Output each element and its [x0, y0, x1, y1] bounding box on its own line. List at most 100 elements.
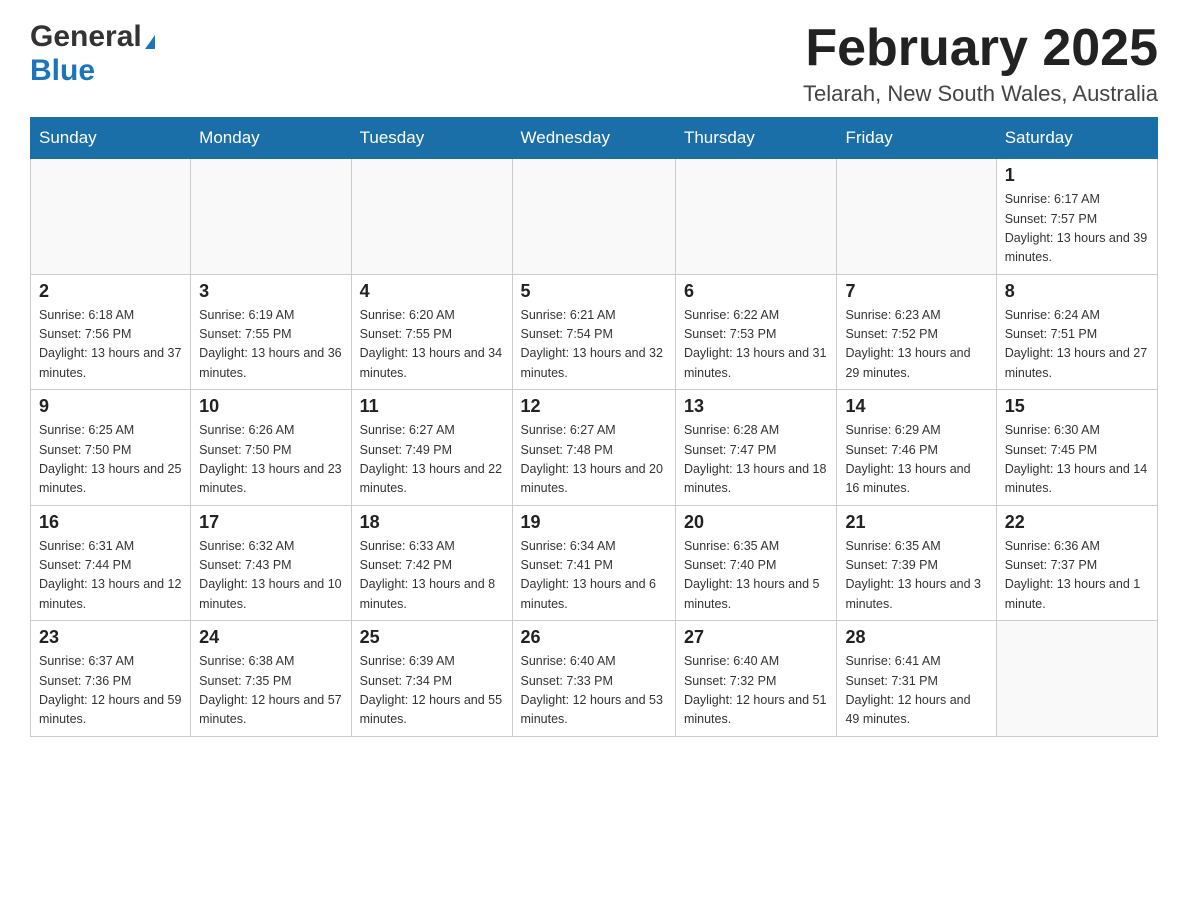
day-number: 15: [1005, 396, 1149, 417]
table-row: 7 Sunrise: 6:23 AM Sunset: 7:52 PM Daylig…: [837, 274, 996, 390]
table-row: 28 Sunrise: 6:41 AM Sunset: 7:31 PM Dayli…: [837, 621, 996, 737]
table-row: [996, 621, 1157, 737]
calendar-week-row: 2 Sunrise: 6:18 AM Sunset: 7:56 PM Daylig…: [31, 274, 1158, 390]
table-row: 17Sunrise: 6:32 AM Sunset: 7:43 PM Dayli…: [191, 505, 351, 621]
title-block: February 2025 Telarah, New South Wales, …: [803, 20, 1158, 107]
col-friday: Friday: [837, 118, 996, 159]
day-number: 14: [845, 396, 987, 417]
table-row: 21 Sunrise: 6:35 AM Sunset: 7:39 PM Dayli…: [837, 505, 996, 621]
table-row: [191, 159, 351, 275]
day-number: 17: [199, 512, 342, 533]
table-row: 5 Sunrise: 6:21 AM Sunset: 7:54 PM Daylig…: [512, 274, 675, 390]
day-info: Sunrise: 6:19 AM Sunset: 7:55 PM Dayligh…: [199, 306, 342, 384]
day-info: Sunrise: 6:23 AM Sunset: 7:52 PM Dayligh…: [845, 306, 987, 384]
day-info: Sunrise: 6:33 AM Sunset: 7:42 PM Dayligh…: [360, 537, 504, 615]
day-number: 3: [199, 281, 342, 302]
table-row: 11Sunrise: 6:27 AM Sunset: 7:49 PM Dayli…: [351, 390, 512, 506]
table-row: [351, 159, 512, 275]
day-info: Sunrise: 6:18 AM Sunset: 7:56 PM Dayligh…: [39, 306, 182, 384]
day-info: Sunrise: 6:39 AM Sunset: 7:34 PM Dayligh…: [360, 652, 504, 730]
day-number: 1: [1005, 165, 1149, 186]
day-number: 12: [521, 396, 667, 417]
calendar-week-row: 23 Sunrise: 6:37 AM Sunset: 7:36 PM Dayli…: [31, 621, 1158, 737]
day-number: 4: [360, 281, 504, 302]
month-title: February 2025: [803, 20, 1158, 77]
day-info: Sunrise: 6:38 AM Sunset: 7:35 PM Dayligh…: [199, 652, 342, 730]
col-sunday: Sunday: [31, 118, 191, 159]
day-info: Sunrise: 6:25 AM Sunset: 7:50 PM Dayligh…: [39, 421, 182, 499]
table-row: [512, 159, 675, 275]
day-info: Sunrise: 6:21 AM Sunset: 7:54 PM Dayligh…: [521, 306, 667, 384]
calendar-table: Sunday Monday Tuesday Wednesday Thursday…: [30, 117, 1158, 737]
col-thursday: Thursday: [675, 118, 837, 159]
day-info: Sunrise: 6:41 AM Sunset: 7:31 PM Dayligh…: [845, 652, 987, 730]
day-number: 18: [360, 512, 504, 533]
logo-triangle-icon: [145, 35, 155, 49]
day-number: 24: [199, 627, 342, 648]
table-row: 26 Sunrise: 6:40 AM Sunset: 7:33 PM Dayli…: [512, 621, 675, 737]
table-row: 20Sunrise: 6:35 AM Sunset: 7:40 PM Dayli…: [675, 505, 837, 621]
day-number: 20: [684, 512, 829, 533]
day-info: Sunrise: 6:35 AM Sunset: 7:39 PM Dayligh…: [845, 537, 987, 615]
day-number: 11: [360, 396, 504, 417]
col-tuesday: Tuesday: [351, 118, 512, 159]
day-info: Sunrise: 6:37 AM Sunset: 7:36 PM Dayligh…: [39, 652, 182, 730]
table-row: 8 Sunrise: 6:24 AM Sunset: 7:51 PM Daylig…: [996, 274, 1157, 390]
day-number: 26: [521, 627, 667, 648]
day-info: Sunrise: 6:28 AM Sunset: 7:47 PM Dayligh…: [684, 421, 829, 499]
table-row: 13 Sunrise: 6:28 AM Sunset: 7:47 PM Dayli…: [675, 390, 837, 506]
day-number: 27: [684, 627, 829, 648]
day-info: Sunrise: 6:29 AM Sunset: 7:46 PM Dayligh…: [845, 421, 987, 499]
table-row: 10 Sunrise: 6:26 AM Sunset: 7:50 PM Dayli…: [191, 390, 351, 506]
col-wednesday: Wednesday: [512, 118, 675, 159]
day-number: 2: [39, 281, 182, 302]
day-number: 13: [684, 396, 829, 417]
day-number: 7: [845, 281, 987, 302]
table-row: 2 Sunrise: 6:18 AM Sunset: 7:56 PM Daylig…: [31, 274, 191, 390]
day-info: Sunrise: 6:40 AM Sunset: 7:32 PM Dayligh…: [684, 652, 829, 730]
day-number: 28: [845, 627, 987, 648]
table-row: 19 Sunrise: 6:34 AM Sunset: 7:41 PM Dayli…: [512, 505, 675, 621]
table-row: 24 Sunrise: 6:38 AM Sunset: 7:35 PM Dayli…: [191, 621, 351, 737]
day-number: 23: [39, 627, 182, 648]
day-number: 19: [521, 512, 667, 533]
day-info: Sunrise: 6:31 AM Sunset: 7:44 PM Dayligh…: [39, 537, 182, 615]
day-number: 5: [521, 281, 667, 302]
table-row: [675, 159, 837, 275]
logo-general-text: General: [30, 20, 155, 54]
logo-blue-text: Blue: [30, 54, 95, 88]
day-number: 8: [1005, 281, 1149, 302]
table-row: 18 Sunrise: 6:33 AM Sunset: 7:42 PM Dayli…: [351, 505, 512, 621]
day-info: Sunrise: 6:40 AM Sunset: 7:33 PM Dayligh…: [521, 652, 667, 730]
calendar-week-row: 9 Sunrise: 6:25 AM Sunset: 7:50 PM Daylig…: [31, 390, 1158, 506]
table-row: 23 Sunrise: 6:37 AM Sunset: 7:36 PM Dayli…: [31, 621, 191, 737]
logo-blue: Blue: [30, 54, 95, 87]
table-row: 9 Sunrise: 6:25 AM Sunset: 7:50 PM Daylig…: [31, 390, 191, 506]
calendar-header-row: Sunday Monday Tuesday Wednesday Thursday…: [31, 118, 1158, 159]
day-info: Sunrise: 6:20 AM Sunset: 7:55 PM Dayligh…: [360, 306, 504, 384]
day-info: Sunrise: 6:27 AM Sunset: 7:48 PM Dayligh…: [521, 421, 667, 499]
day-number: 10: [199, 396, 342, 417]
logo: General Blue: [30, 20, 155, 88]
table-row: 6Sunrise: 6:22 AM Sunset: 7:53 PM Daylig…: [675, 274, 837, 390]
day-info: Sunrise: 6:17 AM Sunset: 7:57 PM Dayligh…: [1005, 190, 1149, 268]
day-info: Sunrise: 6:24 AM Sunset: 7:51 PM Dayligh…: [1005, 306, 1149, 384]
col-monday: Monday: [191, 118, 351, 159]
calendar-week-row: 16Sunrise: 6:31 AM Sunset: 7:44 PM Dayli…: [31, 505, 1158, 621]
table-row: 4 Sunrise: 6:20 AM Sunset: 7:55 PM Daylig…: [351, 274, 512, 390]
day-info: Sunrise: 6:34 AM Sunset: 7:41 PM Dayligh…: [521, 537, 667, 615]
table-row: 22 Sunrise: 6:36 AM Sunset: 7:37 PM Dayli…: [996, 505, 1157, 621]
day-number: 9: [39, 396, 182, 417]
table-row: 27 Sunrise: 6:40 AM Sunset: 7:32 PM Dayli…: [675, 621, 837, 737]
day-number: 22: [1005, 512, 1149, 533]
logo-general: General: [30, 20, 142, 53]
location-subtitle: Telarah, New South Wales, Australia: [803, 81, 1158, 107]
calendar-week-row: 1 Sunrise: 6:17 AM Sunset: 7:57 PM Daylig…: [31, 159, 1158, 275]
day-number: 21: [845, 512, 987, 533]
table-row: 14 Sunrise: 6:29 AM Sunset: 7:46 PM Dayli…: [837, 390, 996, 506]
table-row: 16Sunrise: 6:31 AM Sunset: 7:44 PM Dayli…: [31, 505, 191, 621]
day-info: Sunrise: 6:36 AM Sunset: 7:37 PM Dayligh…: [1005, 537, 1149, 615]
day-info: Sunrise: 6:26 AM Sunset: 7:50 PM Dayligh…: [199, 421, 342, 499]
table-row: [31, 159, 191, 275]
table-row: 3 Sunrise: 6:19 AM Sunset: 7:55 PM Daylig…: [191, 274, 351, 390]
